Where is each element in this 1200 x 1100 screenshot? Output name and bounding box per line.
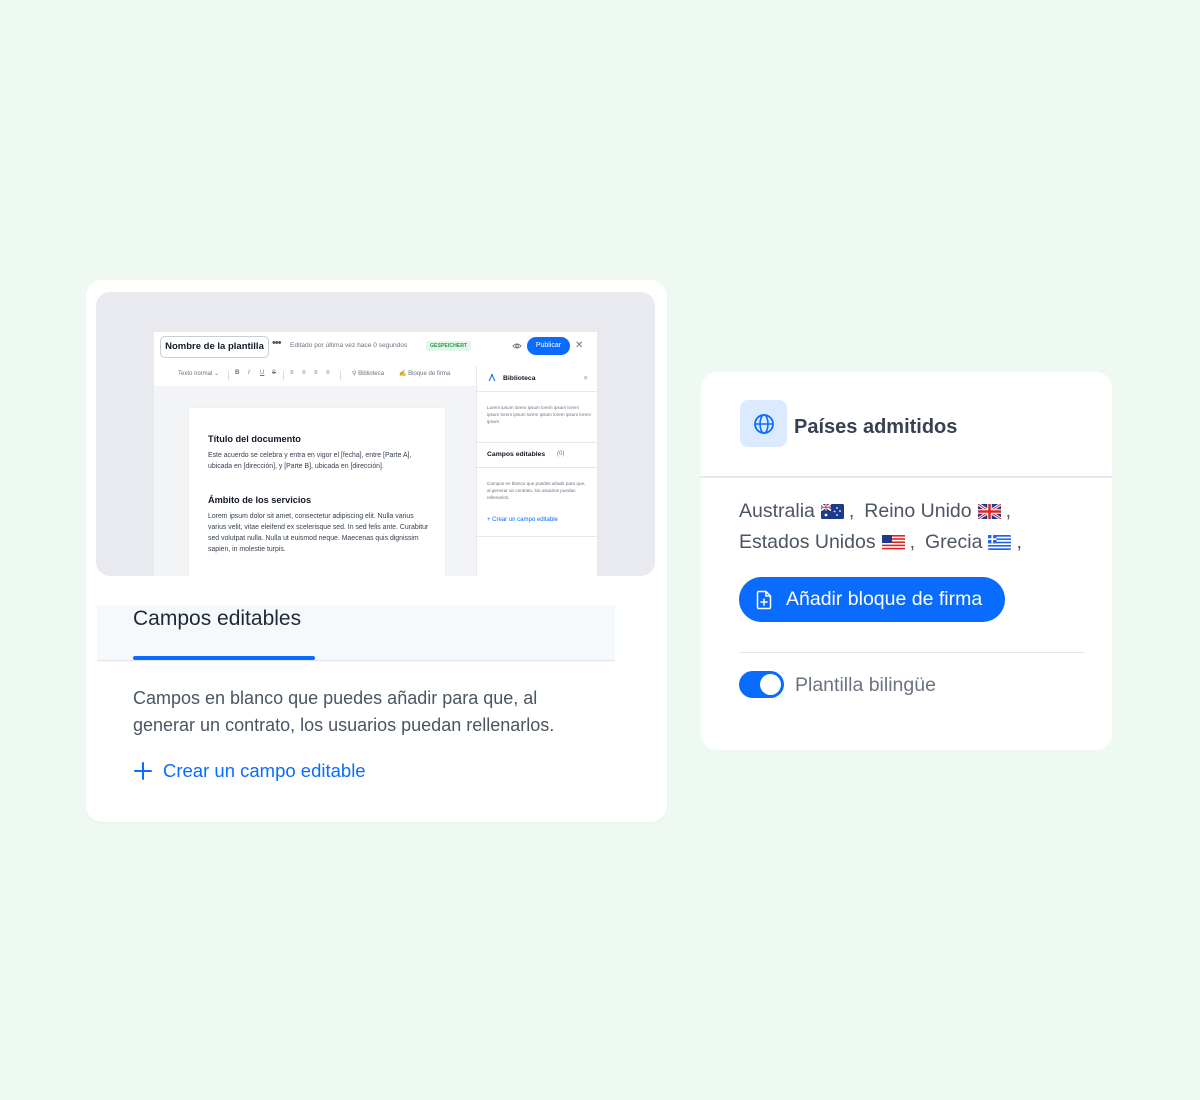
close-icon[interactable]: ✕ [575,340,583,351]
section-title: Ámbito de los servicios [208,495,312,505]
countries-list: Australia ,Reino Unido , Estados Unidos [739,500,1022,553]
sidebar-title: Biblioteca [503,375,536,382]
document-title: Título del documento [208,434,301,444]
country-item: Estados Unidos [739,531,905,553]
template-name-field[interactable]: Nombre de la plantilla [160,336,269,358]
align-justify-icon[interactable]: ≡ [326,370,330,376]
preview-eye-icon[interactable] [512,342,522,350]
card-divider [739,652,1085,653]
greece-flag-icon [988,535,1012,550]
card-title: Países admitidos [794,416,958,438]
editor-toolbar: Texto normal ⌄ B I U S ≡ ≡ ≡ ≡ ⚲ Bibliot… [154,366,476,387]
template-editor-screenshot: Nombre de la plantilla ••• Editado por ú… [154,332,597,576]
bold-button[interactable]: B [235,370,239,376]
globe-icon-box [740,400,787,447]
document-canvas: Título del documento Este acuerdo se cel… [154,387,476,576]
tab-editable-fields[interactable]: Campos editables [133,607,301,631]
country-item: Grecia [925,531,1012,553]
more-options-icon[interactable]: ••• [272,337,282,349]
close-sidebar-icon[interactable]: ✕ [583,374,588,382]
publish-button[interactable]: Publicar [527,337,570,355]
italic-button[interactable]: I [248,370,250,376]
sidebar-fields-count: (0) [557,451,565,457]
section-body: Lorem ipsum dolor sit amet, consectetur … [208,513,429,553]
country-item: Australia [739,500,844,522]
card-divider [701,476,1112,478]
australia-flag-icon [820,504,844,519]
supported-countries-card: Países admitidos Australia , Reino Unido … [701,372,1112,750]
bilingual-toggle-label: Plantilla bilingüe [795,674,936,696]
text-style-select[interactable]: Texto normal ⌄ [178,370,219,377]
uk-flag-icon [977,504,1001,519]
chevron-down-icon: ⌄ [214,371,220,377]
document-page[interactable]: Título del documento Este acuerdo se cel… [189,408,445,576]
library-button[interactable]: ⚲ Biblioteca [352,370,384,377]
document-add-icon [756,590,772,609]
editor-topbar: Nombre de la plantilla ••• Editado por ú… [154,332,597,366]
signature-icon: ✍ [399,371,407,377]
add-signature-block-label: Añadir bloque de firma [786,588,983,610]
country-item: Reino Unido [864,500,1001,522]
sidebar-create-field-link[interactable]: + Crear un campo editable [487,517,558,523]
library-icon: ⚲ [352,371,357,377]
create-editable-field-label: Crear un campo editable [163,760,366,781]
library-sidebar: Biblioteca ✕ Lorem ipsum lorem ipsum lor… [476,366,597,576]
create-editable-field-link[interactable]: Crear un campo editable [133,758,366,784]
editable-fields-description: Campos en blanco que puedes añadir para … [133,688,555,735]
editor-preview: Nombre de la plantilla ••• Editado por ú… [96,292,655,576]
underline-button[interactable]: U [260,370,264,376]
sidebar-lorem: Lorem ipsum lorem ipsum lorem ipsum lore… [487,405,591,424]
sidebar-fields-description: Campos en blanco que puedes añadir para … [487,481,586,500]
globe-icon [753,413,774,434]
document-intro: Este acuerdo se celebra y entra en vigor… [208,452,412,470]
strikethrough-button[interactable]: S [272,370,276,376]
align-left-icon[interactable]: ≡ [290,370,294,376]
toggle-knob [760,674,781,695]
saved-status-badge: GESPEICHERT [426,341,472,351]
plus-icon [134,762,152,780]
align-right-icon[interactable]: ≡ [314,370,318,376]
last-edited-text: Editado por última vez hace 0 segundos [290,342,408,349]
library-icon [488,373,496,382]
add-signature-block-button[interactable]: Añadir bloque de firma [739,577,1005,622]
align-center-icon[interactable]: ≡ [302,370,306,376]
us-flag-icon [881,535,905,550]
signature-block-button[interactable]: ✍ Bloque de firma [399,370,450,377]
editable-fields-card: Nombre de la plantilla ••• Editado por ú… [86,280,667,822]
sidebar-fields-title: Campos editables [487,451,546,458]
tab-divider [97,660,615,661]
bilingual-toggle[interactable] [739,671,784,698]
